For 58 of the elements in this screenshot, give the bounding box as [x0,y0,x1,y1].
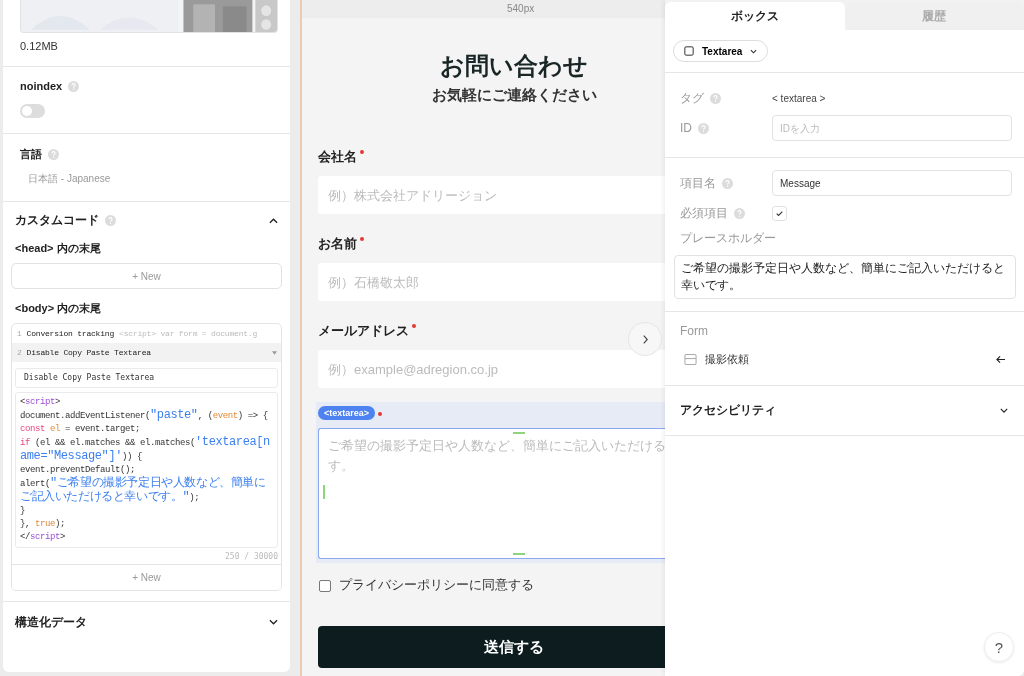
setting-label: 言語 [20,147,42,162]
section-title: アクセシビリティ [680,402,776,419]
resize-handle[interactable] [513,432,525,434]
help-icon[interactable] [698,122,709,134]
help-button[interactable]: ? [984,632,1014,662]
help-icon[interactable] [722,177,733,189]
field-label: 会社名 [318,149,357,166]
tag-value: < textarea > [772,92,826,104]
section-title: カスタムコード [15,212,99,229]
property-label: 必須項目 [680,204,728,222]
noindex-toggle[interactable] [20,104,45,118]
submit-button[interactable]: 送信する [318,626,665,668]
help-icon[interactable] [68,80,80,92]
property-label: タグ [680,89,704,107]
help-icon[interactable] [710,92,721,104]
arrow-left-icon[interactable] [995,355,1006,364]
resize-handle[interactable] [513,553,525,555]
help-icon[interactable] [105,215,116,226]
field-label: お名前 [318,236,357,253]
form-icon [684,353,697,366]
property-label: ID [680,121,692,135]
help-icon[interactable] [48,149,59,160]
chevron-icon [641,333,649,345]
character-counter: 250 / 30000 [224,551,278,561]
chevron-icon[interactable] [269,619,278,625]
subsection-label: <body> 内の末尾 [14,301,103,316]
item-name-field[interactable]: Message [772,170,1012,196]
code-field[interactable]: <script> document.addEventListener("paste", (event) => { const el = event.target; if (el && el.matches && el.matches('textarea[name="Message"]')) { event.preventDefault(); alert("ご希望の撮影予定日や人数など、簡単にご記入いただけると幸いです。"); } }, true); </script> [15,391,278,548]
form-name[interactable]: 撮影依頼 [705,352,749,367]
tab[interactable]: ボックス [665,2,845,30]
id-field[interactable]: IDを入力 [772,115,1012,141]
checkbox-label: プライバシーポリシーに同意する [339,577,534,594]
property-label: プレースホルダー [680,230,777,247]
file-size: 0.12MB [20,40,59,52]
subsection-label: <head> 内の末尾 [14,241,102,256]
chevron-icon[interactable] [1000,408,1008,413]
chevron-icon [750,48,758,54]
setting-label: noindex [20,80,63,92]
input-field[interactable]: 例）石橋敬太郎 [318,263,665,301]
placeholder-field[interactable]: ご希望の撮影予定日や人数など、簡単にご記入いただけると幸いです。 [674,255,1016,299]
help-icon[interactable] [734,207,745,219]
element-picker[interactable]: Textarea [673,40,769,62]
chevron-icon[interactable] [269,217,278,224]
width-label: 540px [507,3,535,14]
snippet-name-field[interactable]: Disable Copy Paste Textarea [15,367,278,388]
section-title: 構造化データ [15,613,87,631]
property-label: 項目名 [680,174,716,192]
resize-handle[interactable] [323,485,325,499]
form-title: お問い合わせ [439,50,589,82]
form-subtitle: お気軽にご連絡ください [430,86,598,105]
square-icon [684,46,694,56]
caret-icon [272,350,277,355]
checkbox[interactable] [319,579,331,592]
snippet-item[interactable]: 2 Disable Copy Paste Textarea [12,343,281,362]
section-label: Form [680,324,709,338]
element-tag-badge: <textarea> [318,406,376,420]
input-field[interactable]: 例）example@adregion.co.jp [318,350,665,388]
field-label: メールアドレス [318,323,409,340]
